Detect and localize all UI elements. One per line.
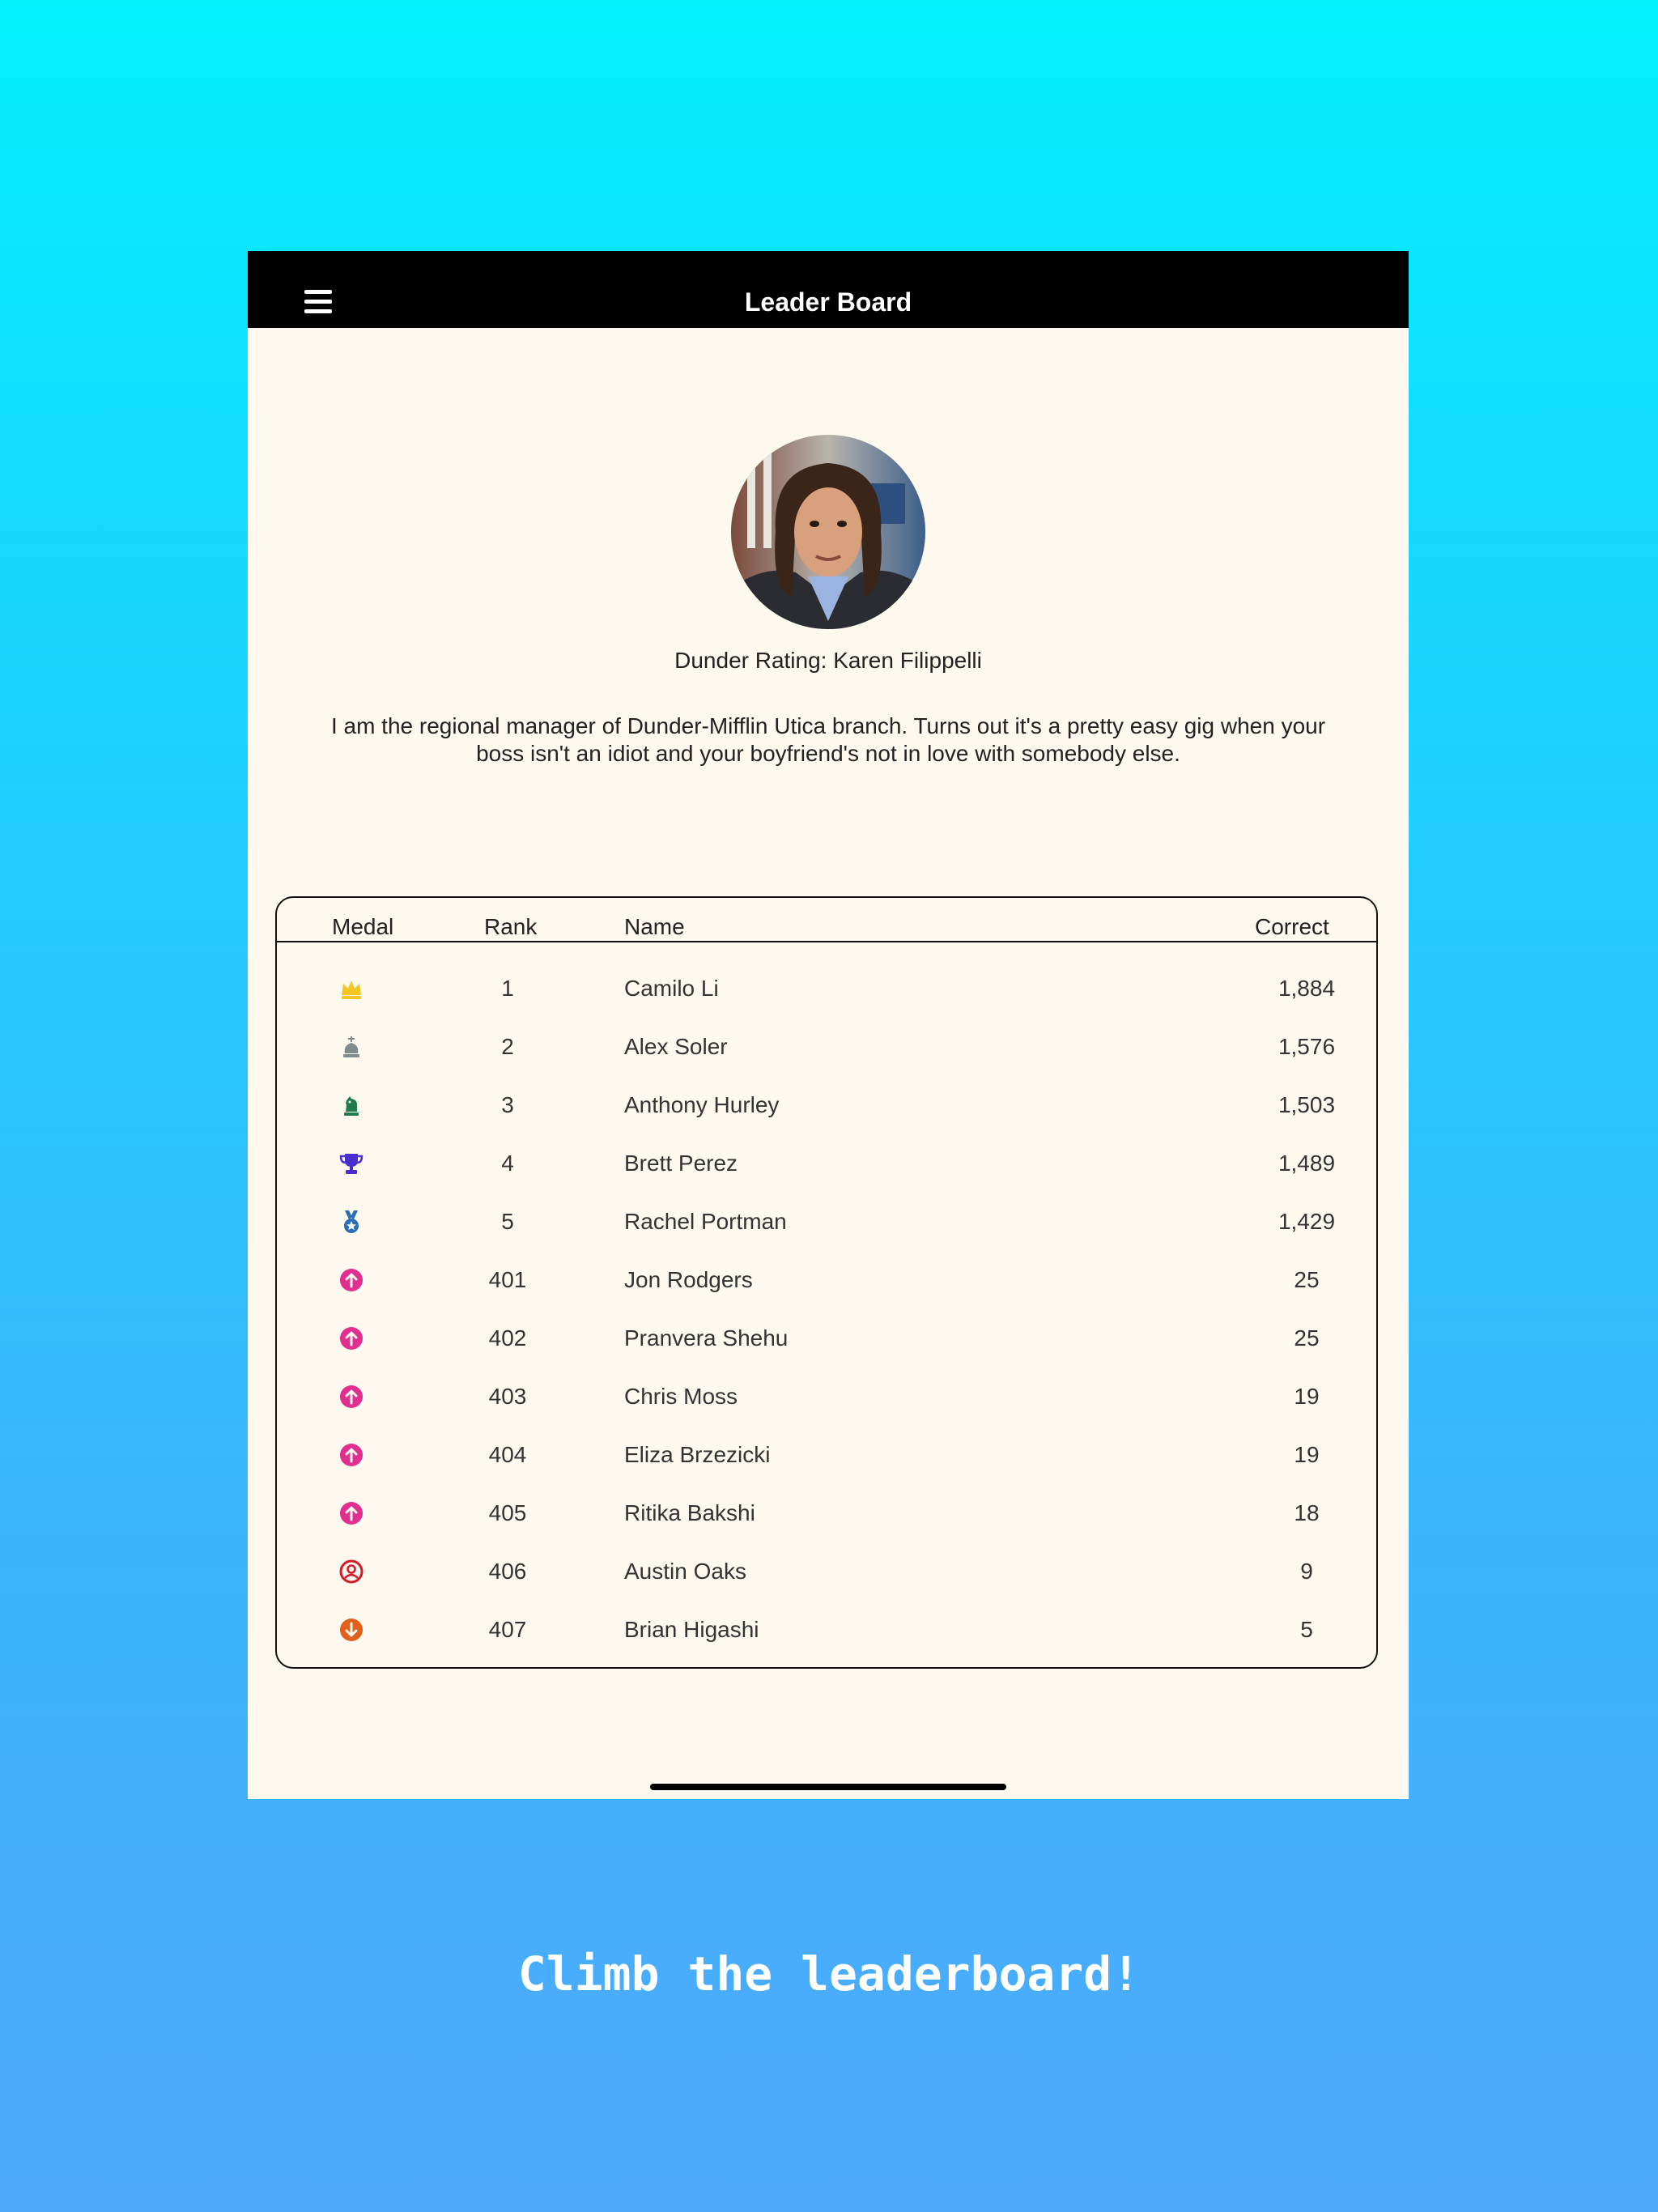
avatar xyxy=(731,435,925,629)
correct-cell: 19 xyxy=(1294,1384,1320,1409)
name-cell: Austin Oaks xyxy=(624,1559,746,1584)
correct-cell: 1,884 xyxy=(1278,976,1336,1001)
rank-cell: 5 xyxy=(501,1209,514,1234)
user-circle-icon xyxy=(335,1542,368,1601)
correct-cell: 1,503 xyxy=(1278,1092,1336,1117)
rank-cell: 406 xyxy=(488,1559,527,1584)
page-title: Leader Board xyxy=(744,287,912,317)
name-cell: Jon Rodgers xyxy=(624,1267,753,1292)
chess-knight-icon xyxy=(335,1076,368,1134)
header-name: Name xyxy=(624,914,685,939)
arrow-up-circle-icon xyxy=(335,1309,368,1368)
correct-cell: 5 xyxy=(1300,1617,1313,1642)
name-cell: Brian Higashi xyxy=(624,1617,759,1642)
correct-cell: 1,576 xyxy=(1278,1034,1336,1059)
table-row[interactable]: 401 Jon Rodgers 25 xyxy=(277,1251,1376,1309)
name-cell: Anthony Hurley xyxy=(624,1092,780,1117)
name-cell: Chris Moss xyxy=(624,1384,738,1409)
correct-cell: 19 xyxy=(1294,1442,1320,1467)
arrow-up-circle-icon xyxy=(335,1251,368,1309)
chess-king-icon xyxy=(335,1018,368,1076)
header-medal: Medal xyxy=(332,914,394,939)
arrow-up-circle-icon xyxy=(335,1484,368,1542)
table-row[interactable]: 1 Camilo Li 1,884 xyxy=(277,959,1376,1018)
arrow-up-circle-icon xyxy=(335,1368,368,1426)
trophy-icon xyxy=(335,1134,368,1193)
rank-cell: 403 xyxy=(488,1384,527,1409)
rank-cell: 401 xyxy=(488,1267,527,1292)
table-row[interactable]: 3 Anthony Hurley 1,503 xyxy=(277,1076,1376,1134)
arrow-down-circle-icon xyxy=(335,1601,368,1659)
rank-cell: 3 xyxy=(501,1092,514,1117)
table-header: Medal Rank Name Correct xyxy=(277,898,1376,942)
header-rank: Rank xyxy=(484,914,538,939)
table-row[interactable]: 403 Chris Moss 19 xyxy=(277,1368,1376,1426)
table-row[interactable]: 406 Austin Oaks 9 xyxy=(277,1542,1376,1601)
table-row[interactable]: 5 Rachel Portman 1,429 xyxy=(277,1193,1376,1251)
table-row[interactable]: 407 Brian Higashi 5 xyxy=(277,1601,1376,1659)
rank-cell: 1 xyxy=(501,976,514,1001)
leaderboard-table: Medal Rank Name Correct 1 Camilo Li 1,884 2… xyxy=(275,896,1378,1669)
header-correct: Correct xyxy=(1255,914,1329,939)
name-cell: Rachel Portman xyxy=(624,1209,787,1234)
promo-caption: Climb the leaderboard! xyxy=(517,1946,1141,2001)
navbar: Leader Board xyxy=(248,251,1409,328)
correct-cell: 25 xyxy=(1294,1267,1320,1292)
table-row[interactable]: 402 Pranvera Shehu 25 xyxy=(277,1309,1376,1368)
name-cell: Ritika Bakshi xyxy=(624,1500,755,1525)
name-cell: Eliza Brzezicki xyxy=(624,1442,771,1467)
table-row[interactable]: 405 Ritika Bakshi 18 xyxy=(277,1484,1376,1542)
name-cell: Camilo Li xyxy=(624,976,719,1001)
profile-bio: I am the regional manager of Dunder-Miff… xyxy=(330,713,1326,766)
name-cell: Brett Perez xyxy=(624,1151,738,1176)
correct-cell: 9 xyxy=(1300,1559,1313,1584)
rank-cell: 407 xyxy=(488,1617,527,1642)
dunder-rating: Dunder Rating: Karen Filippelli xyxy=(674,648,982,673)
correct-cell: 1,489 xyxy=(1278,1151,1336,1176)
rank-cell: 2 xyxy=(501,1034,514,1059)
medal-icon xyxy=(335,1193,368,1251)
rank-cell: 405 xyxy=(488,1500,527,1525)
table-row[interactable]: 2 Alex Soler 1,576 xyxy=(277,1018,1376,1076)
correct-cell: 1,429 xyxy=(1278,1209,1336,1234)
table-row[interactable]: 4 Brett Perez 1,489 xyxy=(277,1134,1376,1193)
name-cell: Alex Soler xyxy=(624,1034,728,1059)
correct-cell: 18 xyxy=(1294,1500,1320,1525)
table-row[interactable]: 404 Eliza Brzezicki 19 xyxy=(277,1426,1376,1484)
correct-cell: 25 xyxy=(1294,1325,1320,1351)
rank-cell: 404 xyxy=(488,1442,527,1467)
name-cell: Pranvera Shehu xyxy=(624,1325,789,1351)
arrow-up-circle-icon xyxy=(335,1426,368,1484)
rank-cell: 4 xyxy=(501,1151,514,1176)
crown-icon xyxy=(335,959,368,1018)
home-indicator[interactable] xyxy=(650,1784,1006,1790)
rank-cell: 402 xyxy=(488,1325,527,1351)
app-screen: Leader Board Dunder Rating: Karen Filipp… xyxy=(248,251,1409,1799)
